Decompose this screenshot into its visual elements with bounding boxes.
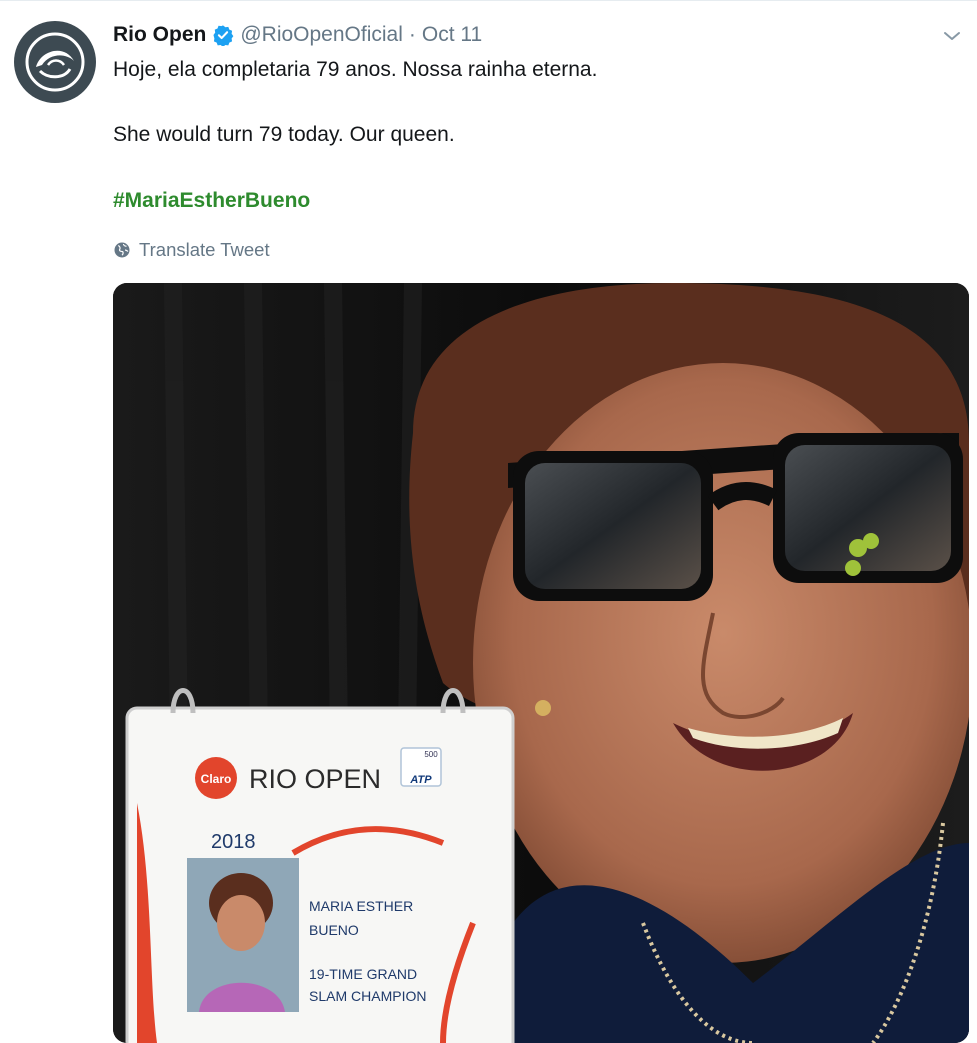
badge-sponsor: Claro — [201, 772, 232, 786]
translate-label: Translate Tweet — [139, 239, 270, 261]
photo-maria-esther-bueno: Claro RIO OPEN 500 ATP 2018 MARIA ESTHER… — [113, 283, 969, 1043]
header-separator: · — [409, 23, 416, 47]
badge-name-line-1: MARIA ESTHER — [309, 898, 413, 914]
tweet-photo[interactable]: Claro RIO OPEN 500 ATP 2018 MARIA ESTHER… — [113, 283, 969, 1043]
tweet-text-portuguese: Hoje, ela completaria 79 anos. Nossa rai… — [113, 58, 597, 82]
translate-tweet-link[interactable]: Translate Tweet — [113, 236, 270, 264]
top-divider — [0, 0, 977, 1]
globe-icon — [113, 241, 131, 259]
tweet-header: Rio Open @RioOpenOficial · Oct 11 — [113, 20, 482, 50]
badge-name-line-2: BUENO — [309, 922, 359, 938]
profile-avatar[interactable] — [14, 21, 96, 103]
badge-year: 2018 — [211, 831, 256, 853]
tweet-text-english: She would turn 79 today. Our queen. — [113, 123, 455, 147]
author-name[interactable]: Rio Open — [113, 23, 206, 47]
rio-open-logo-icon — [24, 31, 86, 93]
badge-tier: 500 — [424, 750, 438, 759]
badge-title-line-1: 19-TIME GRAND — [309, 966, 417, 982]
hashtag-link[interactable]: #MariaEstherBueno — [113, 189, 310, 213]
chevron-down-icon[interactable] — [940, 24, 964, 48]
credential-badge: Claro RIO OPEN 500 ATP 2018 MARIA ESTHER… — [127, 691, 513, 1043]
tweet-timestamp[interactable]: Oct 11 — [422, 23, 482, 47]
badge-event: RIO OPEN — [249, 764, 381, 794]
author-handle[interactable]: @RioOpenOficial — [240, 23, 403, 47]
verified-badge-icon — [212, 24, 234, 46]
badge-tour: ATP — [409, 774, 432, 786]
badge-title-line-2: SLAM CHAMPION — [309, 988, 426, 1004]
